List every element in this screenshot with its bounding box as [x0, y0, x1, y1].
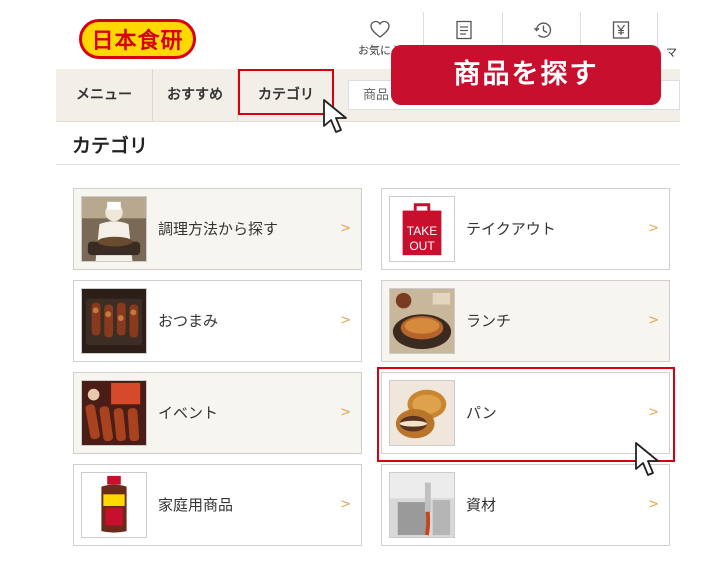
- sauce-bottle-thumbnail: [81, 472, 147, 538]
- tab-category-highlight: [238, 69, 334, 115]
- mypage-button[interactable]: マ: [657, 12, 721, 62]
- yakitori-thumbnail: [81, 288, 147, 354]
- tab-menu[interactable]: メニュー: [56, 69, 153, 121]
- bread-card-highlight: [377, 367, 675, 462]
- takeout-bag-thumbnail: TAKE OUT: [389, 196, 455, 262]
- section-title: カテゴリ: [72, 135, 149, 157]
- mypage-label: マ: [666, 46, 677, 59]
- category-label: 資材: [466, 496, 497, 514]
- chevron-right-icon: >: [340, 313, 351, 328]
- logo-text: 日本食研: [91, 29, 184, 54]
- chevron-right-icon: >: [340, 405, 351, 420]
- chevron-right-icon: >: [340, 497, 351, 512]
- chef-thumbnail: [81, 196, 147, 262]
- mouse-cursor-icon: [635, 442, 659, 476]
- mouse-cursor-icon: [323, 99, 347, 133]
- materials-thumbnail: [389, 472, 455, 538]
- category-label: 家庭用商品: [158, 496, 234, 514]
- category-card-snacks[interactable]: おつまみ >: [73, 280, 362, 362]
- category-card-event[interactable]: イベント >: [73, 372, 362, 454]
- category-label: おつまみ: [158, 312, 219, 330]
- chevron-right-icon: >: [340, 221, 351, 236]
- takeout-thumb-text-line2: OUT: [409, 239, 435, 253]
- notebook-icon: [456, 20, 472, 40]
- section-divider: [56, 164, 680, 165]
- yen-icon: [612, 21, 630, 39]
- brand-logo[interactable]: 日本食研: [79, 19, 196, 59]
- tab-recommended[interactable]: おすすめ: [153, 69, 238, 121]
- category-label: テイクアウト: [466, 220, 556, 238]
- chevron-right-icon: >: [648, 313, 659, 328]
- history-icon: [533, 22, 552, 38]
- category-label: イベント: [158, 404, 219, 422]
- category-label: 調理方法から探す: [158, 220, 279, 238]
- category-card-household-products[interactable]: 家庭用商品 >: [73, 464, 362, 546]
- takeout-thumb-text-line1: TAKE: [406, 224, 438, 238]
- category-card-lunch[interactable]: ランチ >: [381, 280, 670, 362]
- category-card-takeout[interactable]: TAKE OUT テイクアウト >: [381, 188, 670, 270]
- heart-icon: [370, 20, 390, 38]
- lunch-thumbnail: [389, 288, 455, 354]
- category-card-cooking-method[interactable]: 調理方法から探す >: [73, 188, 362, 270]
- find-products-callout: 商品を探す: [391, 45, 661, 105]
- category-label: ランチ: [466, 312, 512, 330]
- chevron-right-icon: >: [648, 221, 659, 236]
- event-thumbnail: [81, 380, 147, 446]
- category-card-materials[interactable]: 資材 >: [381, 464, 670, 546]
